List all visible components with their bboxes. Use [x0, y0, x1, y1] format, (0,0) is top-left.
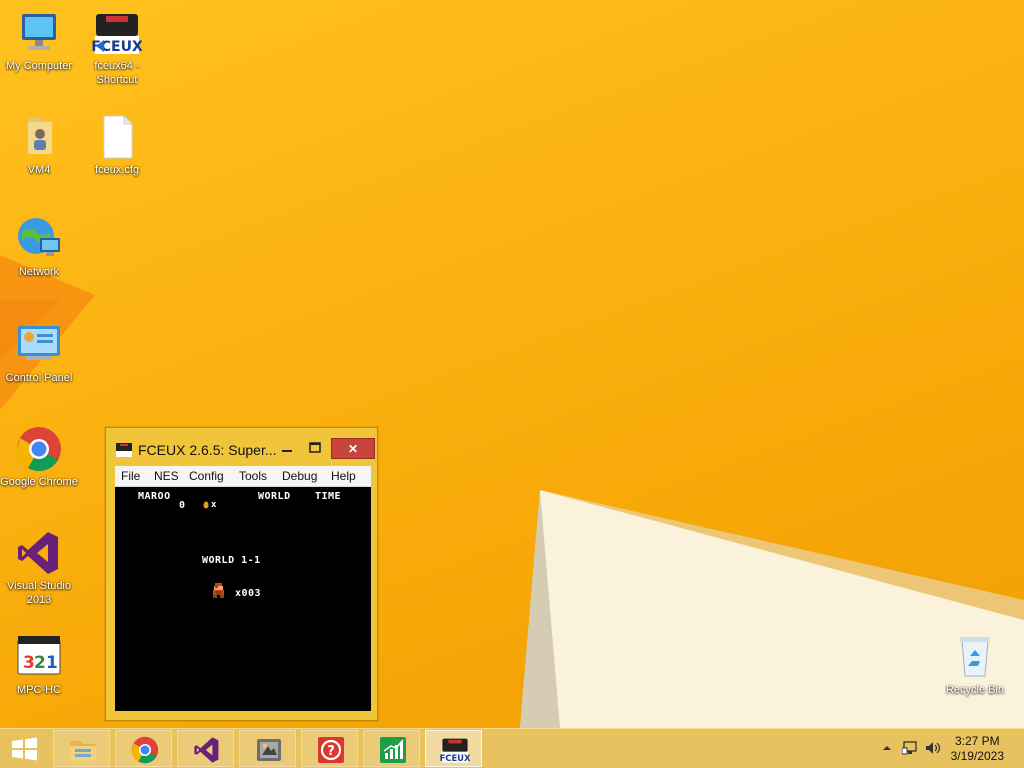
fceux-window[interactable]: FCEUX 2.6.5: Super... ✕ File NES Config … — [105, 427, 378, 721]
score: 0 — [179, 500, 186, 511]
file-explorer-icon — [70, 741, 96, 761]
menu-help[interactable]: Help — [331, 469, 356, 483]
desktop-icon-label: fceux64 - Shortcut — [94, 60, 140, 86]
desktop-icon-label: MPC-HC — [17, 684, 61, 696]
desktop-icon-label: fceux.cfg — [94, 164, 140, 176]
world-header: WORLD — [258, 491, 291, 502]
taskbar-file-explorer[interactable] — [53, 730, 110, 767]
help-icon: ? — [318, 737, 344, 763]
taskbar-app[interactable] — [239, 730, 296, 767]
recycle-bin-icon — [960, 637, 990, 677]
volume-icon[interactable] — [924, 740, 942, 756]
maximize-icon — [309, 442, 321, 453]
menu-nes[interactable]: NES — [154, 469, 179, 483]
game-screen[interactable]: MAROO 0 x WORLD TIME WORLD 1-1 x003 — [115, 487, 371, 711]
menu-file[interactable]: File — [121, 469, 140, 483]
lives-count: x003 — [235, 588, 262, 599]
maximize-button[interactable] — [302, 438, 328, 458]
network-status-icon[interactable] — [902, 740, 918, 756]
network-icon — [18, 218, 60, 256]
desktop-icon-vm4[interactable]: VM4 — [0, 112, 78, 177]
world-title: WORLD 1-1 — [202, 555, 261, 566]
computer-icon — [22, 14, 56, 50]
taskbar: ? FCEUX 3:27 PM 3/19/2023 — [0, 728, 1024, 768]
chrome-icon — [17, 427, 61, 471]
close-icon: ✕ — [347, 442, 359, 456]
mario-sprite-icon — [213, 583, 224, 598]
desktop-icon-label: Recycle Bin — [945, 684, 1005, 696]
window-title: FCEUX 2.6.5: Super... — [138, 442, 277, 458]
visual-studio-icon — [18, 532, 58, 574]
show-hidden-icons-icon[interactable] — [882, 743, 892, 753]
control-panel-icon — [18, 326, 60, 360]
clock-time: 3:27 PM — [954, 734, 1000, 748]
fceux-icon: FCEUX — [440, 738, 471, 763]
desktop-icon-mpc-hc[interactable]: 3 2 1 MPC-HC — [0, 632, 78, 697]
svg-text:FCEUX: FCEUX — [440, 753, 471, 763]
taskbar-chrome[interactable] — [115, 730, 172, 767]
time-header: TIME — [315, 491, 342, 502]
desktop-icon-recycle-bin[interactable]: Recycle Bin — [936, 632, 1014, 697]
taskbar-chart-app[interactable] — [363, 730, 420, 767]
chart-icon — [380, 737, 406, 763]
start-icon — [12, 737, 37, 761]
svg-text:1: 1 — [46, 653, 58, 673]
player-name: MAROO — [138, 491, 171, 502]
svg-text:?: ? — [327, 744, 335, 759]
svg-text:2: 2 — [34, 653, 46, 673]
coin-icon — [203, 501, 209, 509]
menu-tools[interactable]: Tools — [239, 469, 267, 483]
chrome-icon — [131, 736, 159, 764]
title-bar[interactable]: FCEUX 2.6.5: Super... ✕ — [106, 428, 377, 462]
coin-multiplier: x — [211, 500, 217, 510]
app-icon — [257, 739, 281, 761]
desktop-icon-label: Network — [18, 266, 60, 278]
taskbar-visual-studio[interactable] — [177, 730, 234, 767]
desktop-icon-label: Control Panel — [5, 372, 73, 384]
menu-config[interactable]: Config — [189, 469, 224, 483]
taskbar-help[interactable]: ? — [301, 730, 358, 767]
desktop-icon-visual-studio-2013[interactable]: Visual Studio 2013 — [0, 528, 78, 607]
start-button[interactable] — [4, 733, 44, 765]
desktop-icon-control-panel[interactable]: Control Panel — [0, 320, 78, 385]
system-tray: 3:27 PM 3/19/2023 — [864, 729, 1024, 768]
desktop-icon-label: Visual Studio 2013 — [6, 580, 71, 606]
close-button[interactable]: ✕ — [331, 438, 375, 459]
visual-studio-icon — [194, 737, 219, 763]
file-icon — [103, 115, 133, 159]
mpc-hc-icon: 3 2 1 — [17, 636, 61, 675]
fceux-icon: FCEUX — [92, 14, 142, 55]
desktop-icon-fceux64-shortcut[interactable]: FCEUX fceux64 - Shortcut — [78, 8, 156, 87]
desktop-icon-label: Google Chrome — [0, 476, 78, 488]
desktop-icon-label: My Computer — [5, 60, 73, 72]
minimize-button[interactable] — [274, 438, 300, 458]
desktop-icon-network[interactable]: Network — [0, 214, 78, 279]
clock-date: 3/19/2023 — [950, 749, 1004, 763]
desktop-icon-my-computer[interactable]: My Computer — [0, 8, 78, 73]
desktop-icon-fceux-cfg[interactable]: fceux.cfg — [78, 112, 156, 177]
desktop[interactable]: My Computer FCEUX fceux64 - Shortcut VM4… — [0, 0, 1024, 728]
taskbar-fceux[interactable]: FCEUX — [425, 730, 482, 767]
desktop-icon-label: VM4 — [27, 164, 51, 176]
desktop-icon-google-chrome[interactable]: Google Chrome — [0, 424, 78, 489]
fceux-app-icon — [116, 443, 132, 457]
menu-debug[interactable]: Debug — [282, 469, 317, 483]
minimize-icon — [282, 450, 292, 452]
clock[interactable]: 3:27 PM 3/19/2023 — [951, 734, 1004, 764]
menu-bar: File NES Config Tools Debug Help — [115, 466, 371, 487]
folder-icon — [28, 118, 52, 154]
